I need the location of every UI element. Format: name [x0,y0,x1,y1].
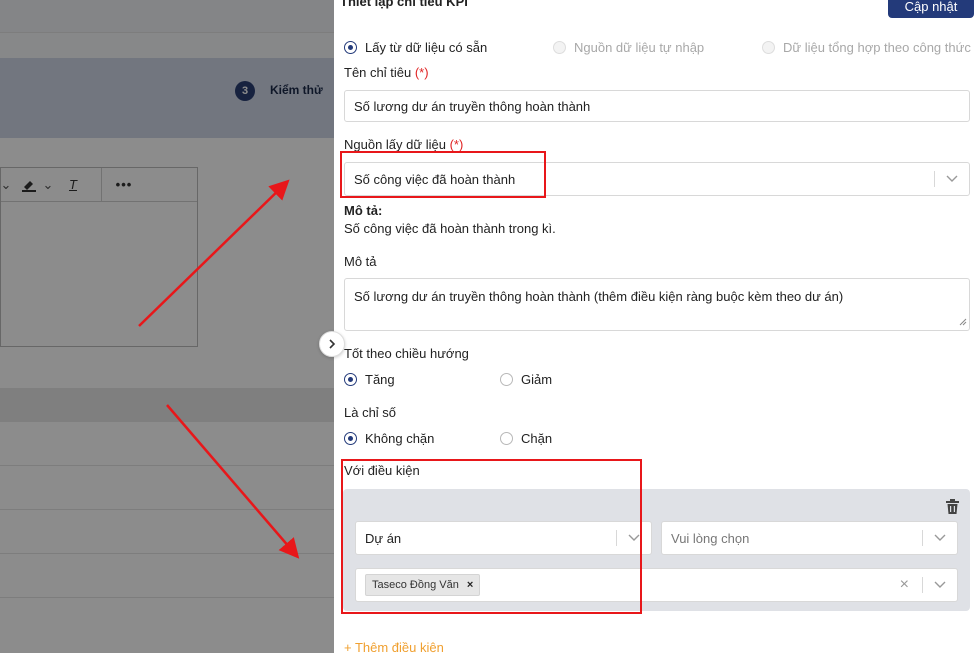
annotation-arrow [166,404,300,559]
annotation-arrow [138,179,290,327]
annotation-arrows [138,179,300,559]
screen: 3 Kiểm thử ⌄ ⌄ T ••• Thiết lập chỉ tiêu … [0,0,980,653]
